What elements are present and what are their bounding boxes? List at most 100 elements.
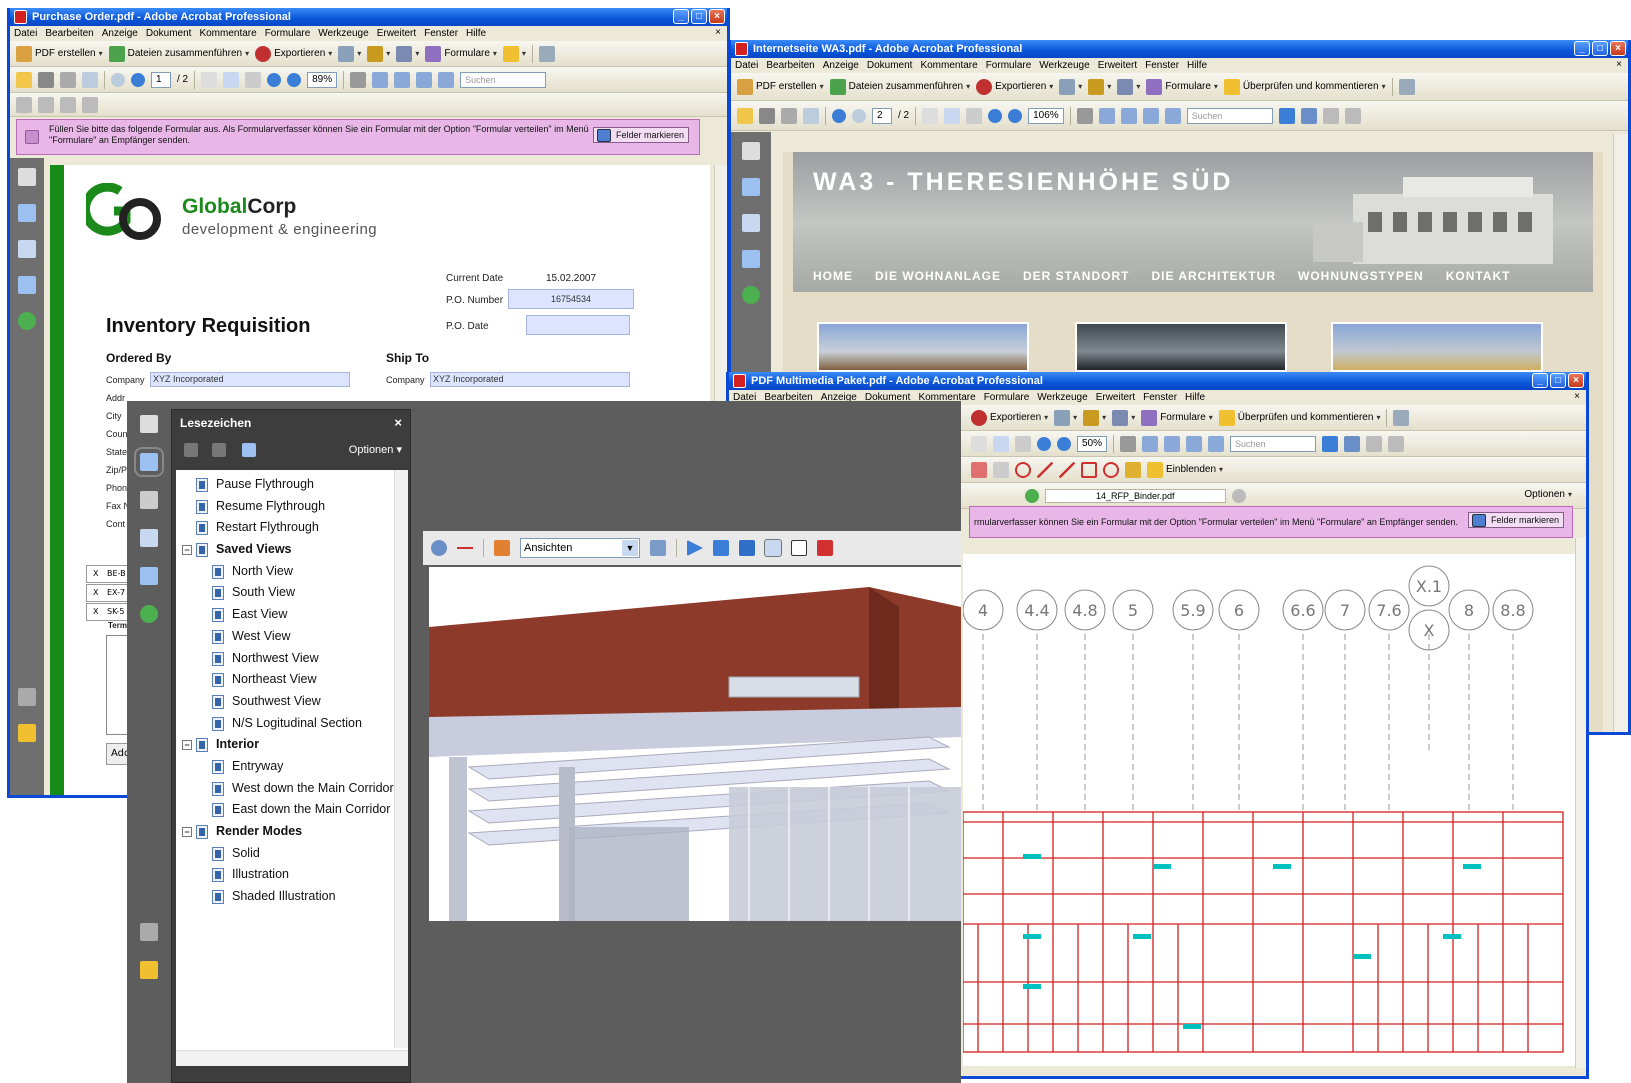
company-field[interactable]: XYZ Incorporated [150, 372, 350, 387]
search-input[interactable]: Suchen [460, 71, 547, 88]
zoom-out-icon[interactable] [267, 72, 282, 87]
projection-icon[interactable] [713, 540, 729, 556]
fit-page-icon[interactable] [1142, 435, 1159, 452]
sign-button[interactable]: ▾ [1112, 409, 1135, 426]
menu-erweitert[interactable]: Erweitert [1098, 58, 1137, 73]
po-date-field[interactable] [526, 315, 630, 335]
minimize-icon[interactable]: _ [1532, 373, 1548, 388]
title-bar[interactable]: Internetseite WA3.pdf - Adobe Acrobat Pr… [731, 40, 1628, 58]
export-button[interactable]: Exportieren ▾ [976, 78, 1053, 95]
next-page-icon[interactable] [131, 72, 145, 87]
layers-icon[interactable] [18, 276, 36, 294]
select-tool-icon[interactable] [971, 435, 987, 452]
zoom-in-icon[interactable] [1008, 108, 1023, 123]
maximize-icon[interactable]: □ [1550, 373, 1566, 388]
next-page-icon[interactable] [852, 108, 866, 123]
cloud-icon[interactable] [1015, 461, 1031, 478]
minimize-icon[interactable]: _ [673, 9, 689, 24]
stamp-button[interactable]: ▾ [338, 45, 361, 62]
help-icon[interactable] [742, 286, 760, 304]
email-icon[interactable] [82, 71, 98, 88]
bookmark-item[interactable]: Pause Flythrough [176, 474, 408, 496]
save-icon[interactable] [60, 71, 76, 88]
secure-button[interactable]: ▾ [1088, 78, 1111, 95]
callout-icon[interactable] [971, 461, 987, 478]
zoom-out-icon[interactable] [988, 108, 1003, 123]
comments-icon[interactable] [18, 724, 36, 742]
zoom-in-icon[interactable] [287, 72, 302, 87]
search-input[interactable]: Suchen [1186, 107, 1273, 124]
background-color-icon[interactable] [791, 540, 807, 556]
arrow-tool-icon[interactable] [1278, 107, 1295, 124]
layers-icon[interactable] [140, 491, 158, 509]
secure-button[interactable]: ▾ [1083, 409, 1106, 426]
touchup-icon[interactable] [1344, 435, 1361, 452]
fit-page-icon[interactable] [1098, 107, 1115, 124]
previous-page-icon[interactable] [111, 72, 125, 87]
zoom-input[interactable]: 50% [1077, 435, 1108, 452]
fit-page-icon[interactable] [372, 71, 389, 88]
menu-anzeige[interactable]: Anzeige [823, 58, 859, 73]
bookmarks-icon[interactable] [134, 447, 164, 477]
rectangle-icon[interactable] [1081, 461, 1097, 478]
signatures-icon[interactable] [742, 214, 760, 232]
bookmarks-icon[interactable] [742, 178, 760, 196]
menu-formulare[interactable]: Formulare [986, 58, 1032, 73]
vertical-scrollbar[interactable] [1575, 538, 1586, 1068]
edit-form-icon[interactable] [1388, 435, 1405, 452]
bookmark-item[interactable]: N/S Logitudinal Section [176, 713, 408, 735]
menu-anzeige[interactable]: Anzeige [102, 26, 138, 41]
export-button[interactable]: Exportieren ▾ [255, 45, 332, 62]
spellcheck-icon[interactable] [1393, 409, 1410, 426]
bookmark-item[interactable]: Northeast View [176, 669, 408, 691]
single-page-icon[interactable] [416, 71, 433, 88]
page-number-input[interactable]: 1 [151, 71, 171, 88]
menu-dokument[interactable]: Dokument [146, 26, 192, 41]
create-pdf-button[interactable]: PDF erstellen ▾ [737, 78, 824, 95]
bookmark-item[interactable]: Shaded Illustration [176, 886, 408, 908]
menu-dokument[interactable]: Dokument [867, 58, 913, 73]
collapse-toggle-icon[interactable]: − [182, 827, 192, 837]
menu-formulare[interactable]: Formulare [265, 26, 311, 41]
open-folder-icon[interactable] [737, 107, 753, 124]
maximize-icon[interactable]: □ [1592, 41, 1608, 56]
text-field-icon[interactable] [1366, 435, 1383, 452]
stamp-button[interactable]: ▾ [1054, 409, 1077, 426]
edit-form-icon[interactable] [1344, 107, 1361, 124]
bookmark-item[interactable]: Illustration [176, 864, 408, 886]
zoom-input[interactable]: 89% [307, 71, 338, 88]
help-icon[interactable] [140, 605, 158, 623]
nav-kontakt[interactable]: KONTAKT [1446, 269, 1511, 283]
bookmarks-hscrollbar[interactable] [176, 1050, 408, 1066]
review-button[interactable]: ▾ [502, 45, 526, 62]
model-tree-icon[interactable] [140, 567, 158, 585]
menu-kommentare[interactable]: Kommentare [920, 58, 977, 73]
bookmark-item[interactable]: Solid [176, 843, 408, 865]
highlight-fields-button[interactable]: Felder markieren [1467, 512, 1564, 528]
menu-fenster[interactable]: Fenster [424, 26, 458, 41]
sign-button[interactable]: ▾ [396, 45, 419, 62]
menu-bearbeiten[interactable]: Bearbeiten [766, 58, 814, 73]
print-icon[interactable] [38, 71, 54, 88]
review-button[interactable]: Überprüfen und kommentieren ▾ [1223, 78, 1386, 95]
next-attachment-icon[interactable] [1231, 488, 1246, 503]
bookmarks-icon[interactable] [18, 204, 36, 222]
go-icon[interactable] [1025, 488, 1039, 503]
maximize-icon[interactable]: □ [691, 9, 707, 24]
email-icon[interactable] [803, 107, 819, 124]
bookmark-item[interactable]: Resume Flythrough [176, 496, 408, 518]
text-field-icon[interactable] [1322, 107, 1339, 124]
zoom-tool-icon[interactable] [1015, 435, 1031, 452]
select-tool-icon[interactable] [922, 107, 939, 124]
menu-kommentare[interactable]: Kommentare [199, 26, 256, 41]
minimize-icon[interactable]: _ [1574, 41, 1590, 56]
measure-icon[interactable] [457, 540, 473, 556]
snapshot-icon[interactable] [1076, 107, 1093, 124]
zoom-in-icon[interactable] [1057, 436, 1071, 451]
highlight-fields-button[interactable]: Felder markieren [592, 127, 689, 143]
pages-icon[interactable] [140, 415, 158, 433]
arrow-icon[interactable] [1037, 461, 1053, 478]
print-icon[interactable] [759, 107, 775, 124]
menu-erweitert[interactable]: Erweitert [1096, 390, 1135, 405]
nav-standort[interactable]: DER STANDORT [1023, 269, 1129, 283]
